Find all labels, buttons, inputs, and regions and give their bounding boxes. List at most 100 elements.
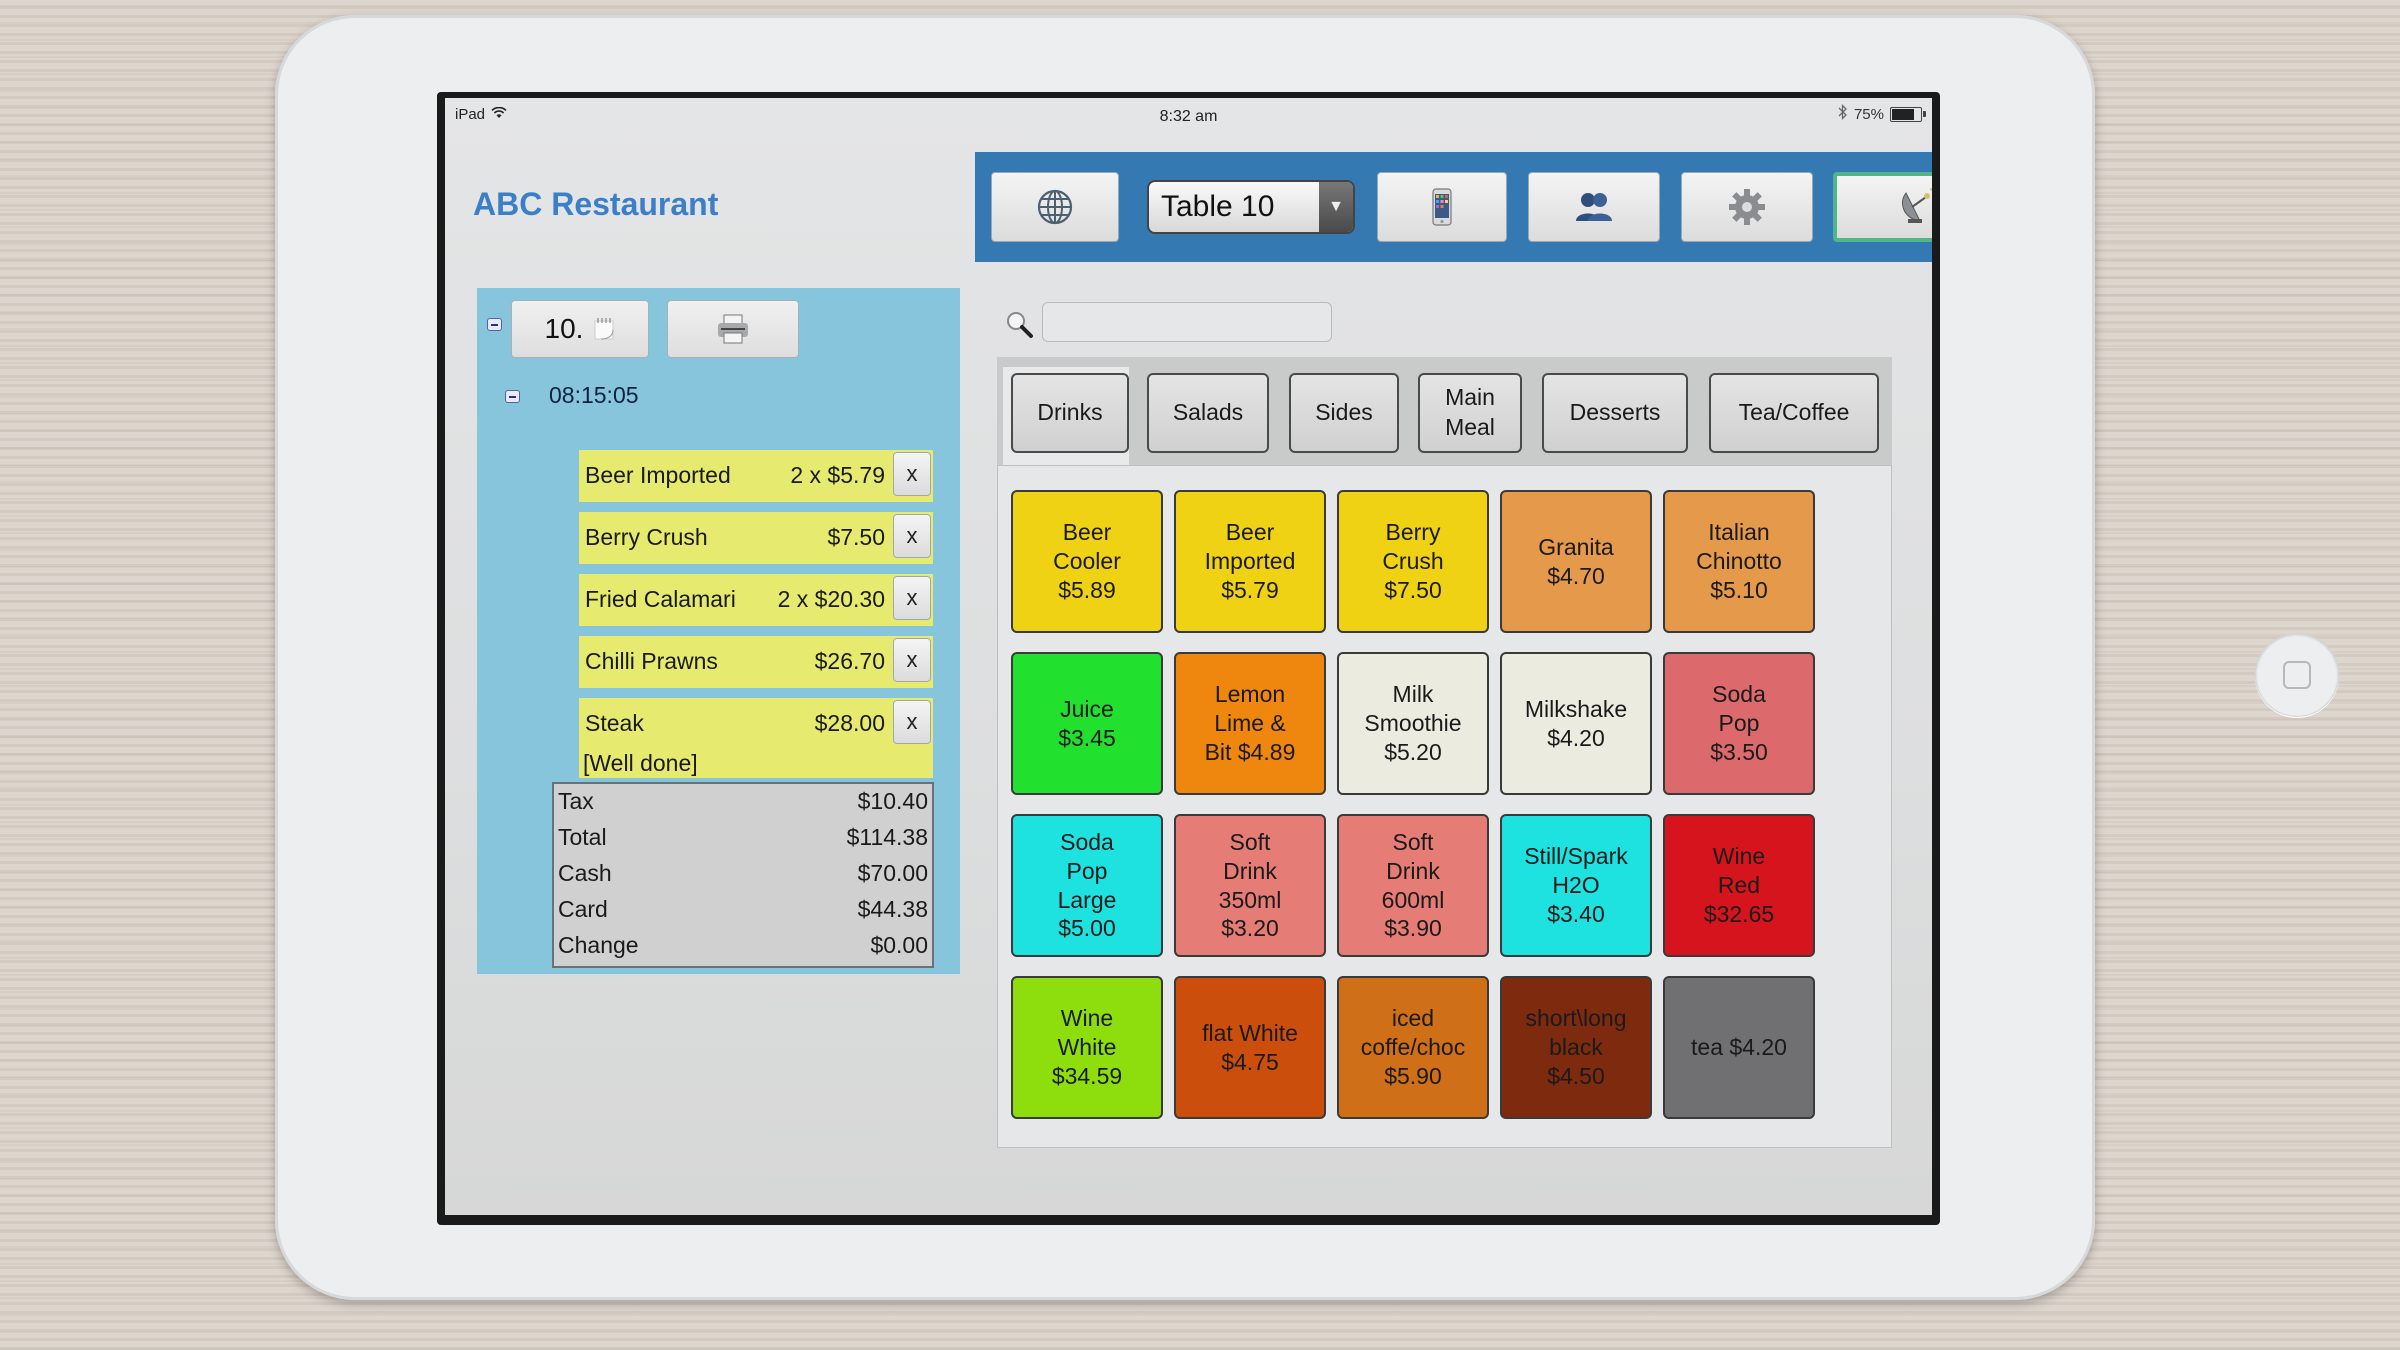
order-timestamp: 08:15:05	[549, 382, 639, 408]
globe-icon	[1037, 189, 1073, 225]
tab-desserts[interactable]: Desserts	[1542, 373, 1688, 453]
collapse-time-button[interactable]	[505, 390, 520, 403]
globe-button[interactable]	[991, 172, 1119, 242]
order-item[interactable]: Berry Crush $7.50 x	[579, 512, 933, 564]
totals-amount: $10.40	[857, 788, 928, 814]
totals-row-total: Total $114.38	[558, 824, 928, 860]
search-input[interactable]	[1042, 302, 1332, 342]
product-tile[interactable]: flat White $4.75	[1174, 976, 1326, 1119]
totals-label: Total	[558, 824, 607, 850]
tab-drinks[interactable]: Drinks	[1011, 373, 1129, 453]
totals-amount: $0.00	[870, 932, 928, 958]
app-display: iPad 8:32 am 75% ABC Restaurant Table 10…	[445, 98, 1932, 1215]
screen: iPad 8:32 am 75% ABC Restaurant Table 10…	[437, 92, 1940, 1225]
product-tile[interactable]: Beer Imported $5.79	[1174, 490, 1326, 633]
search-icon	[1007, 312, 1033, 338]
product-tile[interactable]: Soda Pop Large $5.00	[1011, 814, 1163, 957]
product-tile[interactable]: Italian Chinotto $5.10	[1663, 490, 1815, 633]
top-toolbar: Table 10 ▼	[975, 152, 1932, 262]
totals-label: Tax	[558, 788, 594, 814]
totals-row-cash: Cash $70.00	[558, 860, 928, 896]
tab-tea-coffee[interactable]: Tea/Coffee	[1709, 373, 1879, 453]
order-item-price: $26.70	[814, 648, 885, 674]
order-item[interactable]: Chilli Prawns $26.70 x	[579, 636, 933, 688]
order-item[interactable]: Fried Calamari 2 x $20.30 x	[579, 574, 933, 626]
users-button[interactable]	[1528, 172, 1660, 242]
order-totals: Tax $10.40 Total $114.38 Cash $70.00 Card $4…	[552, 782, 934, 968]
product-tile[interactable]: iced coffe/choc $5.90	[1337, 976, 1489, 1119]
gear-icon	[1729, 189, 1765, 225]
table-select[interactable]: Table 10 ▼	[1147, 180, 1355, 234]
product-tile[interactable]: Wine White $34.59	[1011, 976, 1163, 1119]
status-time: 8:32 am	[1159, 108, 1218, 125]
totals-amount: $44.38	[857, 896, 928, 922]
totals-row-card: Card $44.38	[558, 896, 928, 932]
status-bar: iPad 8:32 am 75%	[445, 98, 1932, 130]
chevron-down-icon: ▼	[1319, 182, 1353, 232]
product-tile[interactable]: Soft Drink 350ml $3.20	[1174, 814, 1326, 957]
order-item-price: $28.00	[814, 710, 885, 736]
settings-button[interactable]	[1681, 172, 1813, 242]
battery-percent: 75%	[1853, 105, 1884, 123]
battery-icon	[1890, 106, 1926, 122]
home-square-icon	[2283, 661, 2311, 689]
product-grid: Beer Cooler $5.89 Beer Imported $5.79 Berr…	[997, 465, 1892, 1148]
product-tile[interactable]: Soda Pop $3.50	[1663, 652, 1815, 795]
category-tabs: Drinks Salads Sides Main Meal Desserts T…	[997, 357, 1892, 465]
order-item[interactable]: Beer Imported 2 x $5.79 x	[579, 450, 933, 502]
product-tile[interactable]: Lemon Lime & Bit $4.89	[1174, 652, 1326, 795]
tab-sides[interactable]: Sides	[1289, 373, 1399, 453]
order-item-price: 2 x $20.30	[777, 586, 885, 612]
product-tile[interactable]: Milkshake $4.20	[1500, 652, 1652, 795]
product-tile[interactable]: Beer Cooler $5.89	[1011, 490, 1163, 633]
order-item-price: $7.50	[827, 524, 885, 550]
tab-main-meal[interactable]: Main Meal	[1418, 373, 1522, 453]
remove-item-button[interactable]: x	[893, 452, 931, 496]
order-item[interactable]: Steak $28.00 x [Well done]	[579, 698, 933, 778]
totals-label: Change	[558, 932, 639, 958]
order-panel: 10. 08:15:05 Beer Imported 2 x $5.79 x B…	[477, 288, 960, 974]
order-number: 10.	[544, 313, 584, 344]
order-item-price: 2 x $5.79	[790, 462, 885, 488]
product-tile[interactable]: short\long black $4.50	[1500, 976, 1652, 1119]
users-icon	[1576, 193, 1612, 221]
bluetooth-icon	[1838, 103, 1848, 124]
order-item-note: [Well done]	[583, 750, 698, 776]
product-tile[interactable]: Soft Drink 600ml $3.90	[1337, 814, 1489, 957]
totals-row-change: Change $0.00	[558, 932, 928, 968]
collapse-order-button[interactable]	[487, 318, 502, 331]
totals-label: Cash	[558, 860, 612, 886]
order-item-name: Steak	[585, 710, 644, 736]
totals-amount: $70.00	[857, 860, 928, 886]
order-item-name: Berry Crush	[585, 524, 708, 550]
remove-item-button[interactable]: x	[893, 638, 931, 682]
home-button[interactable]	[2255, 633, 2339, 717]
tab-salads[interactable]: Salads	[1147, 373, 1269, 453]
product-tile[interactable]: Granita $4.70	[1500, 490, 1652, 633]
order-number-button[interactable]: 10.	[511, 300, 649, 358]
product-tile[interactable]: tea $4.20	[1663, 976, 1815, 1119]
satellite-button[interactable]	[1833, 172, 1932, 242]
satellite-dish-icon	[1902, 188, 1932, 223]
printer-icon	[718, 314, 748, 344]
totals-label: Card	[558, 896, 608, 922]
product-tile[interactable]: Milk Smoothie $5.20	[1337, 652, 1489, 795]
print-button[interactable]	[667, 300, 799, 358]
order-item-name: Fried Calamari	[585, 586, 736, 612]
remove-item-button[interactable]: x	[893, 576, 931, 620]
phone-icon	[1432, 188, 1452, 226]
totals-amount: $114.38	[846, 824, 928, 850]
product-tile[interactable]: Wine Red $32.65	[1663, 814, 1815, 957]
totals-row-tax: Tax $10.40	[558, 788, 928, 824]
order-item-name: Chilli Prawns	[585, 648, 718, 674]
remove-item-button[interactable]: x	[893, 514, 931, 558]
phone-button[interactable]	[1377, 172, 1507, 242]
product-tile[interactable]: Juice $3.45	[1011, 652, 1163, 795]
order-item-name: Beer Imported	[585, 462, 731, 488]
product-tile[interactable]: Berry Crush $7.50	[1337, 490, 1489, 633]
table-select-value: Table 10	[1161, 190, 1275, 223]
product-tile[interactable]: Still/Spark H2O $3.40	[1500, 814, 1652, 957]
notepad-icon	[594, 318, 614, 340]
app-title: ABC Restaurant	[473, 186, 719, 222]
remove-item-button[interactable]: x	[893, 700, 931, 744]
